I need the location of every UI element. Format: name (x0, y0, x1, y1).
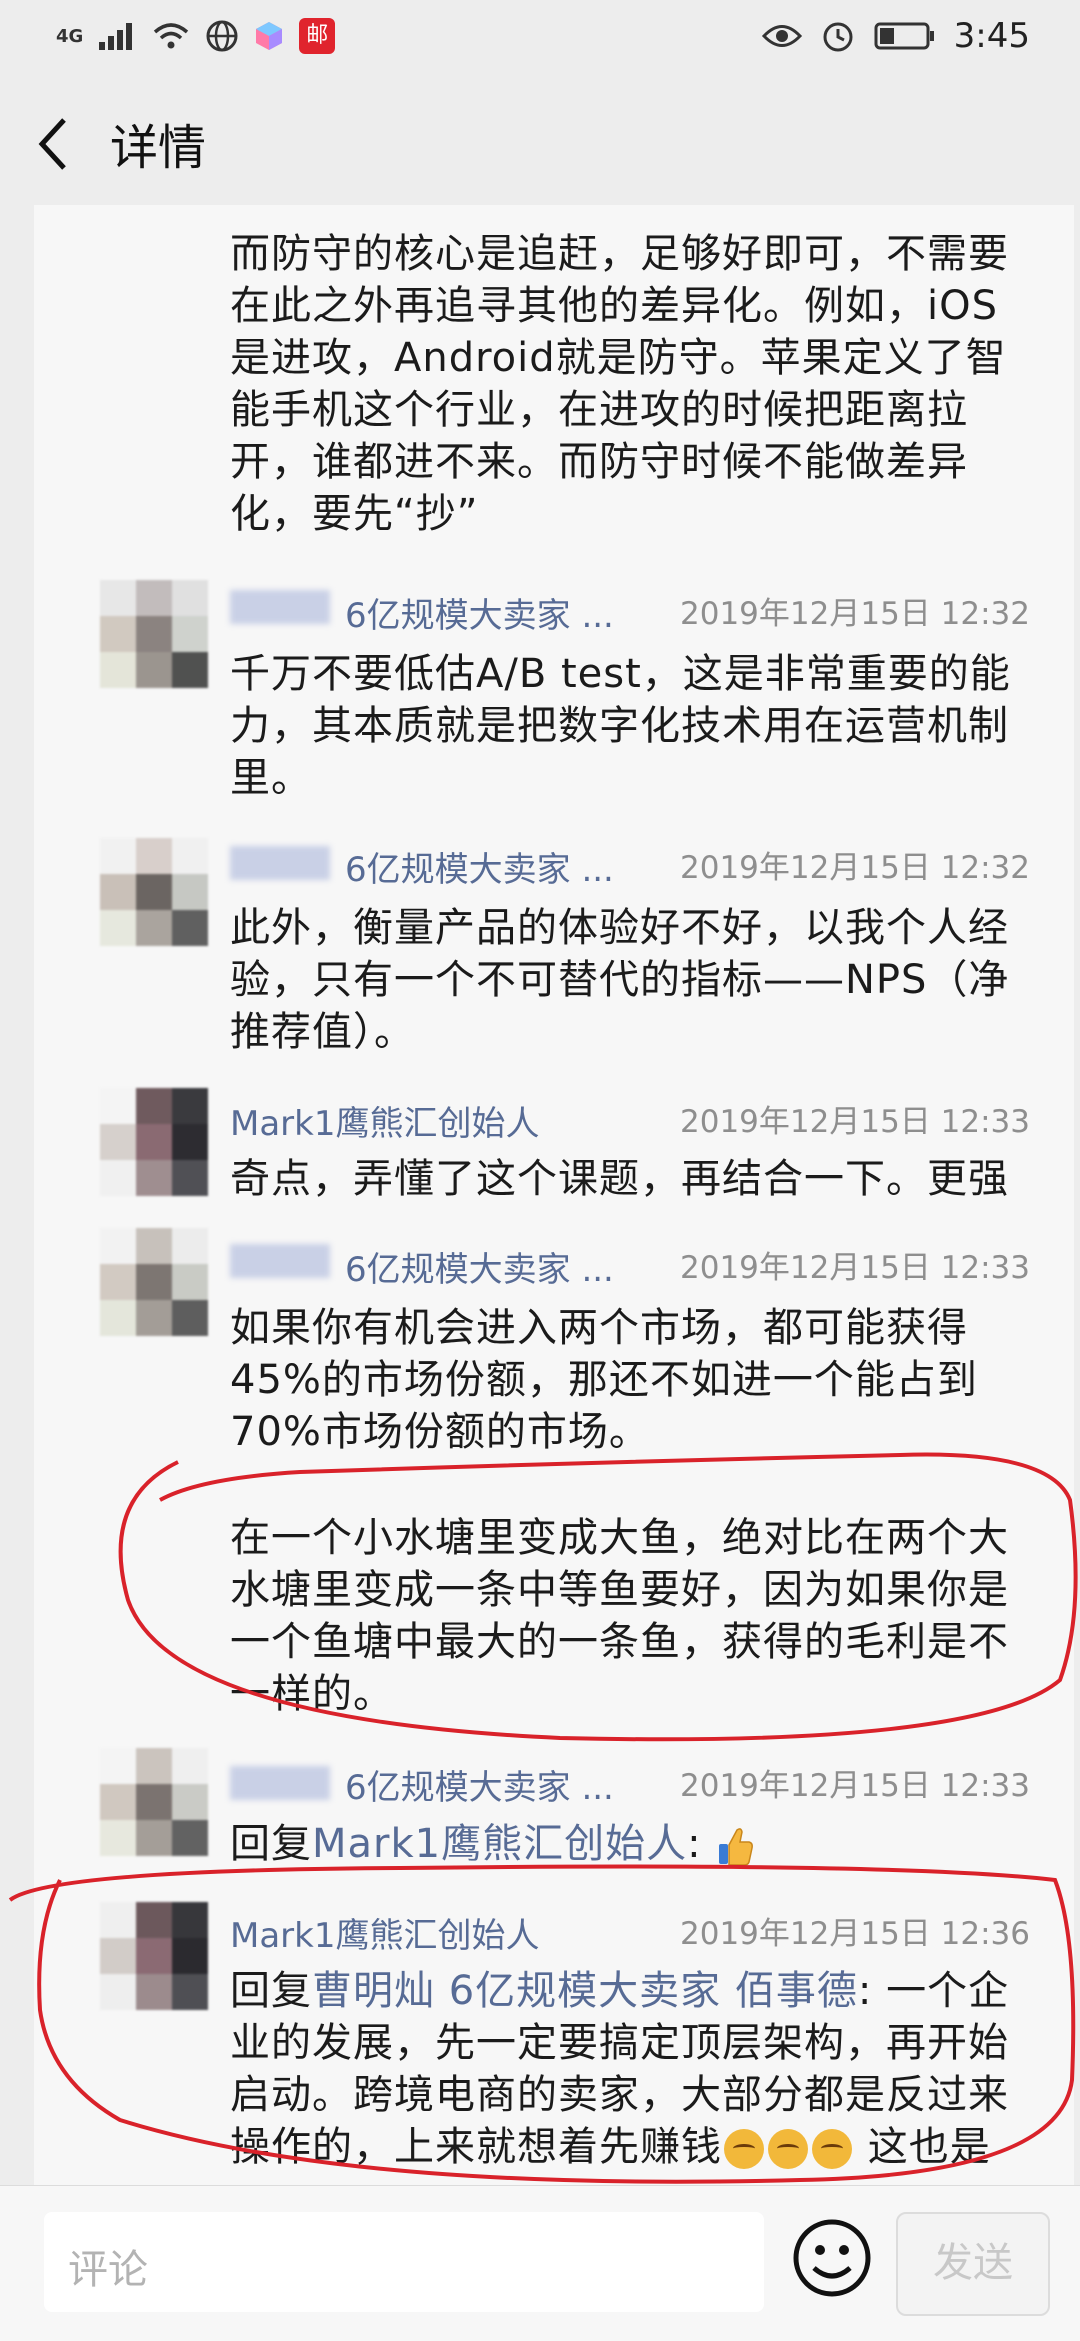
reply-target[interactable]: Mark1鹰熊汇创始人 (312, 1821, 687, 1867)
comment-author[interactable]: Mark1鹰熊汇创始人 (230, 1908, 539, 1957)
send-button[interactable]: 发送 (896, 2212, 1050, 2316)
reply-prefix: 回复 (230, 1968, 312, 2014)
comment-text: 如果你有机会进入两个市场，都可能获得45%的市场份额，那还不如进一个能占到70%… (230, 1305, 978, 1455)
avatar[interactable] (100, 1088, 208, 1196)
comment-text: 此外，衡量产品的体验好不好，以我个人经验，只有一个不可替代的指标——NPS（净推… (230, 905, 1010, 1055)
comment-text: 千万不要低估A/B test，这是非常重要的能力，其本质就是把数字化技术用在运营… (230, 651, 1011, 801)
comment-time: 2019年12月15日 12:33 (680, 1768, 1030, 1804)
reply-target[interactable]: 曹明灿 6亿规模大卖家 佰事德 (312, 1968, 858, 2014)
comment-time: 2019年12月15日 12:36 (680, 1916, 1030, 1952)
wifi-icon (154, 23, 189, 49)
eye-icon (761, 25, 802, 47)
mail-app-icon: 邮 (299, 18, 336, 54)
thinking-emoji-icon (812, 2129, 852, 2169)
comment-time: 2019年12月15日 12:33 (680, 1104, 1030, 1140)
thinking-emoji-icon (768, 2129, 808, 2169)
status-right: 3:45 (761, 16, 1030, 56)
signal-icon (99, 23, 133, 50)
thinking-emoji-icon (724, 2129, 764, 2169)
avatar[interactable] (100, 1228, 208, 1336)
comment-meta: Mark1鹰熊汇创始人 2019年12月15日 12:36 (230, 1908, 1030, 1960)
reply-colon: : (857, 1968, 873, 2014)
comment-author[interactable]: 6亿规模大卖家 ... (345, 842, 614, 891)
navigation-bar: 详情 (0, 80, 1080, 205)
comment-meta: 6亿规模大卖家 ... 2019年12月15日 12:33 (230, 1760, 1030, 1812)
reply-body-tail: 这也是 (854, 2124, 991, 2170)
globe-icon (206, 20, 238, 52)
comment-author[interactable]: 6亿规模大卖家 ... (345, 1242, 614, 1291)
app-cube-icon (256, 22, 283, 50)
status-time: 3:45 (953, 16, 1030, 56)
comment-time: 2019年12月15日 12:32 (680, 596, 1030, 632)
comment-meta: 6亿规模大卖家 ... 2019年12月15日 12:32 (230, 842, 1030, 894)
comment-meta: 6亿规模大卖家 ... 2019年12月15日 12:32 (230, 588, 1030, 640)
comment-meta: 6亿规模大卖家 ... 2019年12月15日 12:33 (230, 1242, 1030, 1294)
comment-meta: Mark1鹰熊汇创始人 2019年12月15日 12:33 (230, 1096, 1030, 1148)
network-label: 4G (56, 25, 84, 47)
comment-text: 回复曹明灿 6亿规模大卖家 佰事德: 一个企业的发展，先一定要搞定顶层架构，再开… (230, 1965, 1030, 2173)
avatar[interactable] (100, 1902, 208, 2010)
avatar[interactable] (100, 580, 208, 688)
status-left: 4G 邮 (56, 18, 336, 54)
comment-author[interactable]: 6亿规模大卖家 ... (345, 588, 614, 637)
comment-placeholder: 评论 (68, 2247, 148, 2293)
comment-time: 2019年12月15日 12:32 (680, 850, 1030, 886)
back-chevron-icon[interactable] (28, 112, 84, 176)
comment-input-bar: 评论 发送 (0, 2185, 1080, 2341)
reply-prefix: 回复 (230, 1821, 312, 1867)
status-bar: 4G 邮 3:45 (0, 0, 1080, 80)
comment-author[interactable]: 6亿规模大卖家 ... (345, 1760, 614, 1809)
smiley-icon[interactable] (790, 2216, 874, 2300)
comment-text: 奇点，弄懂了这个课题，再结合一下。更强 (230, 1156, 1009, 1202)
comment-text: 在一个小水塘里变成大鱼，绝对比在两个大水塘里变成一条中等鱼要好，因为如果你是一个… (230, 1515, 1009, 1717)
comment-input[interactable]: 评论 (44, 2212, 764, 2312)
comment-text: 回复Mark1鹰熊汇创始人: (230, 1818, 1030, 1870)
battery-icon (874, 22, 934, 50)
alarm-icon (823, 22, 853, 52)
comment-text: 而防守的核心是追赶，足够好即可，不需要在此之外再追寻其他的差异化。例如，iOS是… (230, 231, 1009, 537)
avatar[interactable] (100, 1748, 208, 1856)
thumbs-up-icon (719, 1828, 754, 1866)
page-title: 详情 (110, 120, 207, 176)
comment-author[interactable]: Mark1鹰熊汇创始人 (230, 1096, 539, 1145)
reply-colon: : (687, 1821, 702, 1867)
avatar[interactable] (100, 838, 208, 946)
comment-time: 2019年12月15日 12:33 (680, 1250, 1030, 1286)
